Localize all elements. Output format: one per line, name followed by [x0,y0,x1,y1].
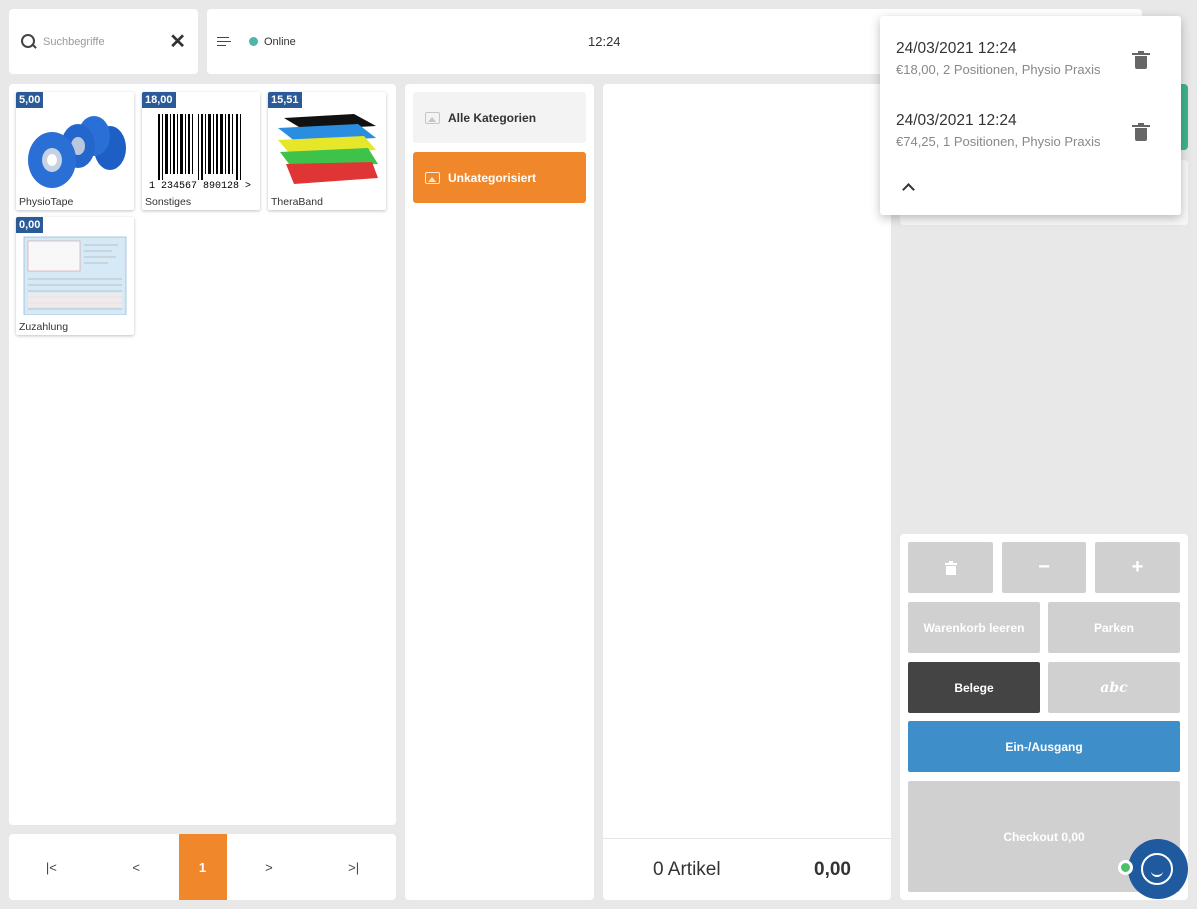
category-label: Unkategorisiert [448,170,537,185]
text-input-button[interactable]: abc [1048,662,1180,713]
search-box[interactable]: Suchbegriffe ✕ [9,9,198,74]
chat-support-button[interactable] [1128,839,1188,899]
product-name: Zuzahlung [19,321,69,333]
physio-tape-image [28,116,126,188]
delete-item-button[interactable] [908,542,993,593]
category-unkategorisiert[interactable]: Unkategorisiert [413,152,586,203]
product-grid: 5,00 PhysioTape 18,00 1 234567 890128 > … [9,84,396,825]
first-page-button[interactable]: |< [9,834,94,900]
cart-panel: 0 Artikel 0,00 [603,84,891,900]
delete-parked-cart-icon[interactable] [1132,123,1150,141]
parked-cart-item[interactable]: 24/03/2021 12:24 €74,25, 1 Positionen, P… [896,112,1166,149]
search-input[interactable]: Suchbegriffe [43,36,169,48]
parked-cart-title: 24/03/2021 12:24 [896,112,1017,129]
online-status-label: Online [264,35,296,48]
parked-cart-subtitle: €18,00, 2 Positionen, Physio Praxis [896,62,1101,77]
product-name: TheraBand [271,196,323,208]
product-tile-zuzahlung[interactable]: 0,00 Zuzahlung [16,217,134,335]
product-name: Sonstiges [145,196,192,208]
decrease-quantity-button[interactable]: − [1002,542,1086,593]
product-tile-sonstiges[interactable]: 18,00 1 234567 890128 > Sonstiges [142,92,260,210]
barcode-image: 1 234567 890128 > [149,114,251,190]
product-tile-theraband[interactable]: 15,51 TheraBand [268,92,386,210]
clock: 12:24 [588,34,621,49]
cart-total: 0,00 [814,858,851,880]
category-alle-kategorien[interactable]: Alle Kategorien [413,92,586,143]
prev-page-button[interactable]: < [94,834,179,900]
current-page-button[interactable]: 1 [178,834,227,900]
price-badge: 18,00 [142,92,176,108]
trash-icon [944,560,957,575]
chat-online-indicator [1118,860,1133,875]
cash-in-out-button[interactable]: Ein-/Ausgang [908,721,1180,772]
cart-summary: 0 Artikel 0,00 [603,838,891,900]
product-name: PhysioTape [19,196,74,208]
image-icon [425,111,440,124]
form-document-image [23,236,127,315]
chevron-up-icon[interactable] [903,182,913,192]
parked-cart-subtitle: €74,25, 1 Positionen, Physio Praxis [896,134,1101,149]
theraband-image [278,114,378,184]
online-status-dot [249,37,258,46]
price-badge: 15,51 [268,92,302,108]
category-label: Alle Kategorien [448,110,537,125]
category-list: Alle Kategorien Unkategorisiert [405,84,594,900]
increase-quantity-button[interactable]: + [1095,542,1180,593]
park-button[interactable]: Parken [1048,602,1180,653]
price-badge: 5,00 [16,92,44,108]
parked-cart-title: 24/03/2021 12:24 [896,40,1017,57]
receipts-button[interactable]: Belege [908,662,1040,713]
price-badge: 0,00 [16,217,44,233]
parked-cart-item[interactable]: 24/03/2021 12:24 €18,00, 2 Positionen, P… [896,40,1166,77]
next-page-button[interactable]: > [227,834,312,900]
chat-icon [1141,853,1173,885]
last-page-button[interactable]: >| [311,834,396,900]
parked-carts-dropdown: 24/03/2021 12:24 €18,00, 2 Positionen, P… [880,16,1181,215]
pagination: |< < 1 > >| [9,834,396,900]
clear-search-icon[interactable]: ✕ [169,29,186,54]
cart-item-count: 0 Artikel [653,858,721,880]
clear-cart-button[interactable]: Warenkorb leeren [908,602,1040,653]
delete-parked-cart-icon[interactable] [1132,51,1150,69]
search-icon [21,33,37,50]
product-tile-physiotape[interactable]: 5,00 PhysioTape [16,92,134,210]
image-icon [425,171,440,184]
menu-icon[interactable] [217,36,231,47]
barcode-text: 1 234567 890128 > [149,181,251,190]
